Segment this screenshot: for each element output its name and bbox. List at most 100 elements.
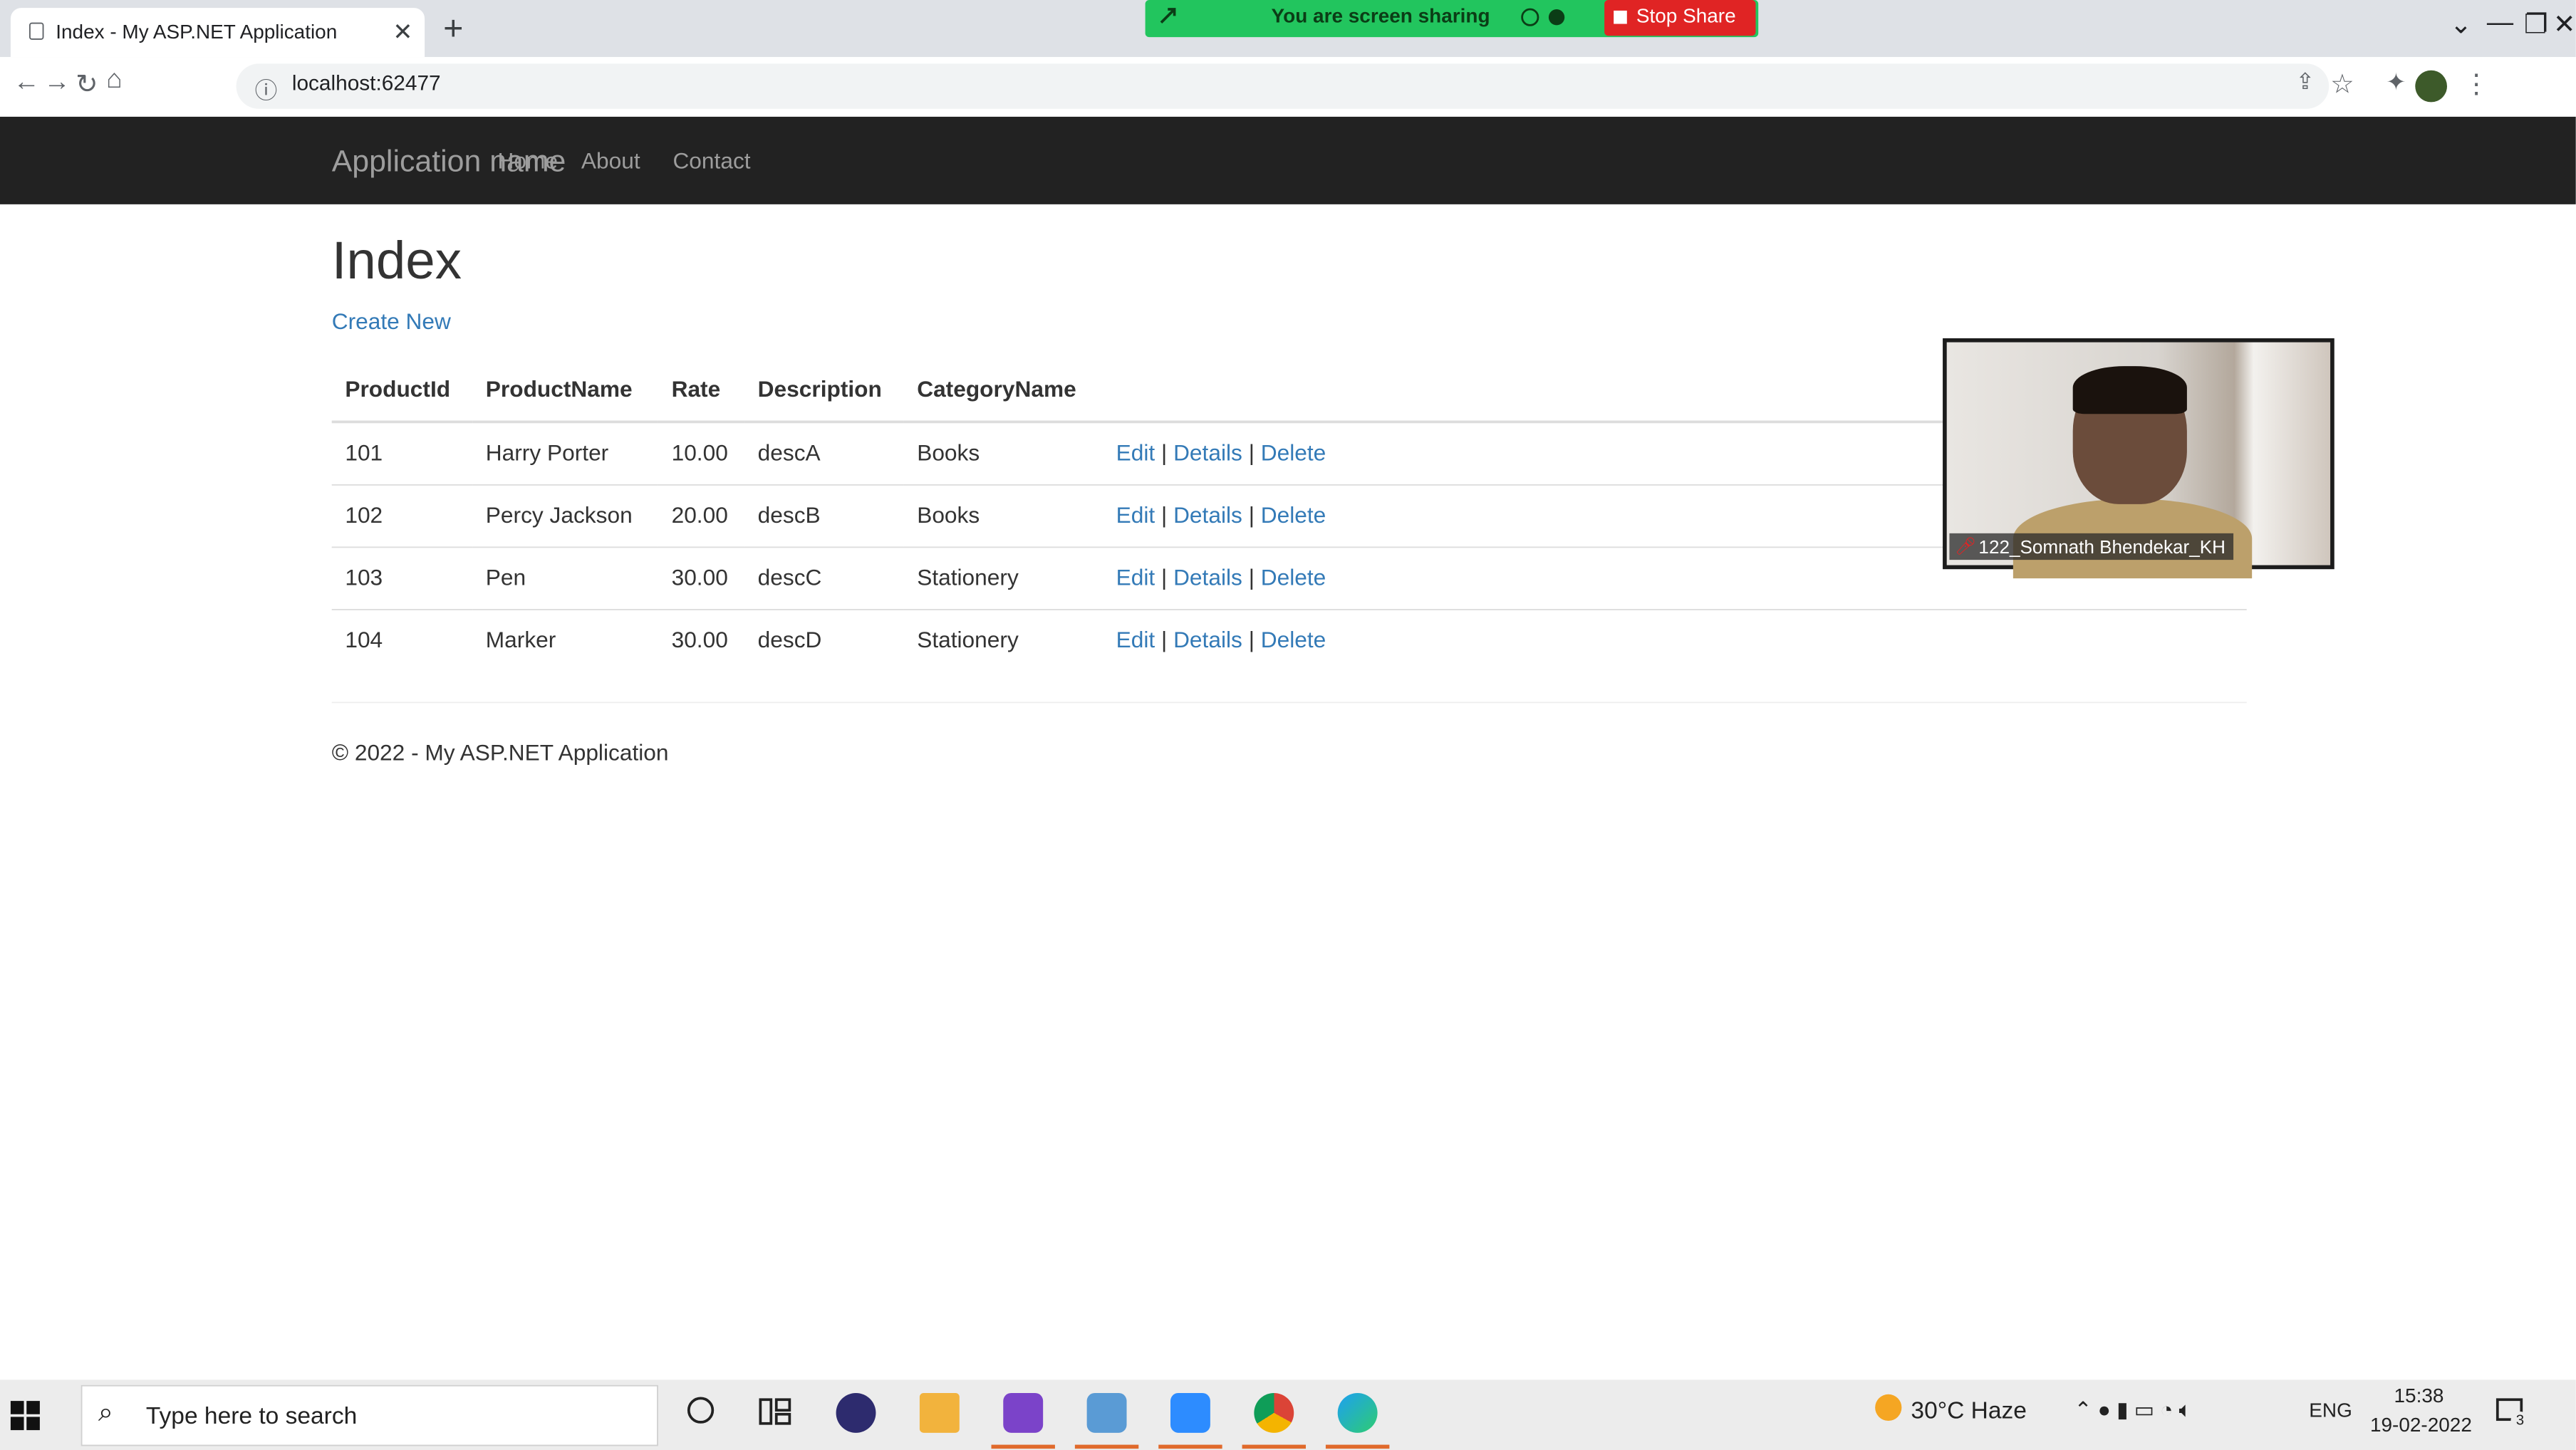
tab-search-icon[interactable]: ⌄ [2450, 8, 2472, 41]
details-link[interactable]: Details [1173, 440, 1242, 465]
active-indicator [991, 1444, 1055, 1449]
edit-link[interactable]: Edit [1116, 440, 1155, 465]
edit-link[interactable]: Edit [1116, 627, 1155, 652]
back-icon[interactable]: ← [14, 68, 40, 98]
create-new-link[interactable]: Create New [332, 309, 451, 335]
tab-close-icon[interactable]: ✕ [393, 19, 412, 46]
column-header: Rate [658, 359, 745, 424]
share-indicator-icon [1158, 6, 1177, 25]
page-favicon-icon [28, 22, 44, 40]
weather-text[interactable]: 30°C Haze [1911, 1397, 2027, 1425]
visual-studio-icon[interactable] [1003, 1392, 1044, 1433]
footer-divider [331, 701, 2247, 704]
cell-description: descC [744, 546, 904, 610]
cell-product-id: 102 [331, 484, 473, 548]
cell-category: Books [903, 421, 1103, 485]
restore-button[interactable]: ❐ [2524, 8, 2548, 41]
notepad-icon[interactable] [1086, 1392, 1127, 1433]
browser-toolbar: ← → ↻ ⌂ ⓘ localhost:62477 ⇪ ☆ ✦ ⋮ [0, 57, 2576, 118]
active-indicator [1325, 1444, 1390, 1449]
extensions-icon[interactable]: ✦ [2386, 69, 2406, 97]
search-placeholder: Type here to search [145, 1402, 358, 1429]
stop-share-button[interactable]: Stop Share [1604, 0, 1756, 36]
profile-avatar-icon[interactable] [2415, 70, 2448, 103]
share-page-icon[interactable]: ⇪ [2296, 69, 2315, 95]
site-info-icon[interactable]: ⓘ [255, 72, 278, 105]
clock-date[interactable]: 19-02-2022 [2370, 1414, 2472, 1437]
delete-link[interactable]: Delete [1261, 503, 1326, 528]
cell-description: descB [744, 484, 904, 548]
cell-rate: 30.00 [658, 609, 745, 672]
stop-icon [1614, 10, 1627, 24]
menu-kebab-icon[interactable]: ⋮ [2463, 68, 2489, 101]
muted-mic-icon: 🎤︎ [1954, 536, 1977, 556]
details-link[interactable]: Details [1173, 565, 1242, 590]
nav-contact[interactable]: Contact [672, 149, 750, 175]
nav-about[interactable]: About [581, 149, 640, 175]
cortana-icon[interactable] [687, 1397, 715, 1424]
cell-rate: 20.00 [658, 484, 745, 548]
edge-icon[interactable] [1337, 1392, 1378, 1433]
new-tab-button[interactable]: + [443, 8, 463, 49]
zoom-icon[interactable] [1170, 1392, 1210, 1433]
site-navbar: Application name Home About Contact [0, 116, 2576, 204]
windows-taskbar: ⌕ Type here to search 30°C Haze ⌃ ● ▮ ▭ … [0, 1379, 2576, 1450]
separator: | [1248, 440, 1255, 466]
page-title: Index [331, 231, 462, 291]
edit-link[interactable]: Edit [1116, 503, 1155, 528]
address-bar[interactable]: ⓘ localhost:62477 [236, 63, 2330, 109]
cell-category: Books [903, 484, 1103, 548]
footer-text: © 2022 - My ASP.NET Application [331, 740, 669, 766]
close-window-button[interactable]: ✕ [2553, 8, 2575, 41]
row-actions: Edit | Details | Delete [1102, 609, 2247, 672]
tab-title: Index - My ASP.NET Application [56, 21, 338, 44]
nav-home[interactable]: Home [498, 149, 558, 175]
details-link[interactable]: Details [1173, 627, 1242, 652]
language-indicator[interactable]: ENG [2309, 1399, 2352, 1422]
bookmark-star-icon[interactable]: ☆ [2330, 68, 2354, 101]
app-icon-globe[interactable] [836, 1392, 876, 1433]
delete-link[interactable]: Delete [1261, 440, 1326, 465]
cell-description: descD [744, 609, 904, 672]
cell-product-name: Pen [472, 546, 658, 610]
notification-count: 3 [2510, 1412, 2530, 1431]
cell-product-name: Marker [472, 609, 658, 672]
separator: | [1161, 565, 1168, 590]
cell-product-id: 103 [331, 546, 473, 610]
details-link[interactable]: Details [1173, 503, 1242, 528]
column-header: ProductId [331, 359, 473, 424]
minimize-button[interactable]: — [2487, 8, 2513, 38]
column-header: CategoryName [903, 359, 1103, 424]
participant-video[interactable]: 122_Somnath Bhendekar_KH 🎤︎ [1943, 338, 2334, 579]
cell-product-name: Percy Jackson [472, 484, 658, 548]
separator: | [1248, 565, 1255, 590]
cell-category: Stationery [903, 609, 1103, 672]
shield-icon[interactable] [1546, 6, 1567, 34]
separator: | [1161, 440, 1168, 466]
cell-rate: 30.00 [658, 546, 745, 610]
browser-tab[interactable]: Index - My ASP.NET Application ✕ [10, 8, 425, 58]
active-indicator [1158, 1444, 1222, 1449]
reload-icon[interactable]: ↻ [76, 68, 98, 101]
delete-link[interactable]: Delete [1261, 565, 1326, 590]
task-view-icon[interactable] [758, 1396, 792, 1434]
separator: | [1161, 503, 1168, 528]
delete-link[interactable]: Delete [1261, 627, 1326, 652]
share-status-text: You are screen sharing [1271, 5, 1490, 28]
pause-share-icon[interactable] [1520, 6, 1541, 34]
forward-icon[interactable]: → [43, 68, 70, 98]
file-explorer-icon[interactable] [919, 1392, 960, 1433]
search-icon: ⌕ [98, 1398, 113, 1428]
system-tray-icons[interactable]: ⌃ ● ▮ ▭ ◔ 🔈︎ [2074, 1397, 2192, 1424]
windows-start-icon[interactable] [10, 1401, 40, 1431]
taskbar-search-input[interactable]: ⌕ Type here to search [80, 1384, 658, 1446]
edit-link[interactable]: Edit [1116, 565, 1155, 590]
cell-product-id: 101 [331, 421, 473, 485]
stop-share-label: Stop Share [1636, 5, 1736, 28]
chrome-icon[interactable] [1254, 1392, 1294, 1433]
notification-center-icon[interactable]: 3 [2495, 1396, 2530, 1431]
separator: | [1248, 503, 1255, 528]
home-icon[interactable]: ⌂ [106, 65, 123, 95]
clock-time[interactable]: 15:38 [2394, 1385, 2443, 1408]
cell-rate: 10.00 [658, 421, 745, 485]
